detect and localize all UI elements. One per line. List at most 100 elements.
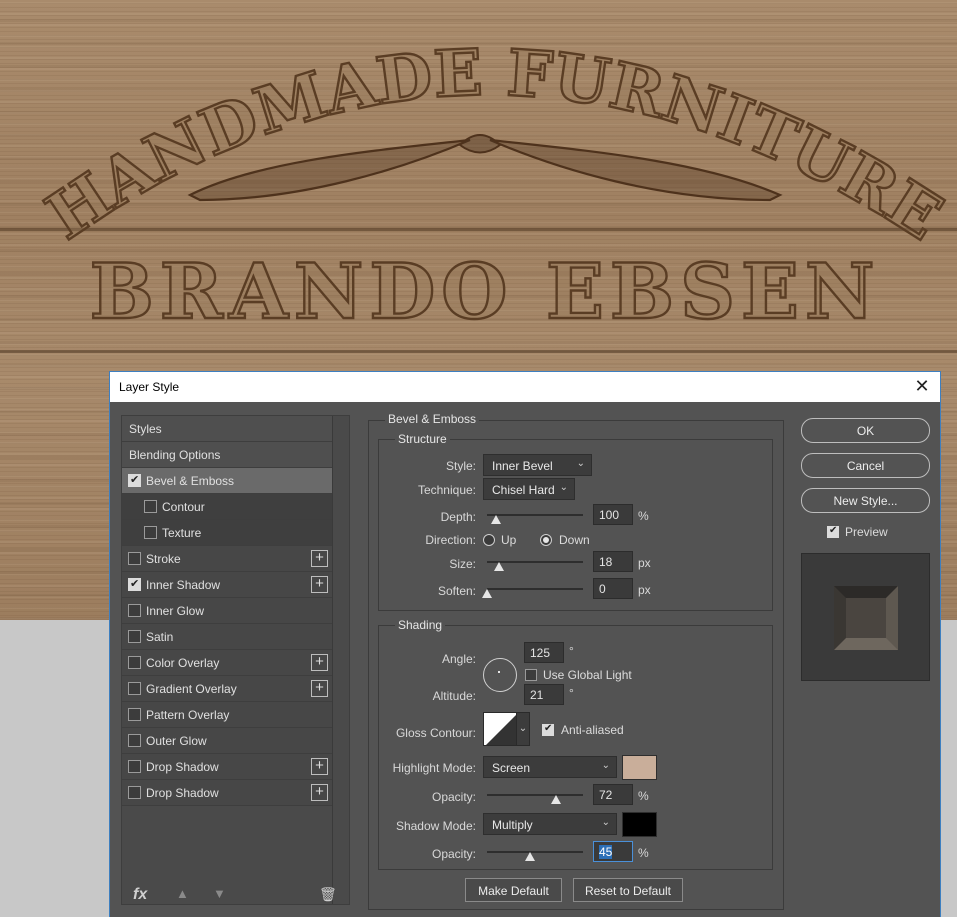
global-light-checkbox[interactable] <box>525 669 537 681</box>
slider-track <box>487 588 583 590</box>
depth-input[interactable]: 100 <box>593 504 633 525</box>
reset-to-default-button[interactable]: Reset to Default <box>573 878 683 902</box>
chevron-down-icon[interactable]: ⌄ <box>516 712 530 746</box>
add-instance-icon[interactable]: + <box>311 680 328 697</box>
style-checkbox[interactable] <box>128 734 141 747</box>
style-list-item[interactable]: Outer Glow <box>122 728 332 754</box>
slider-thumb[interactable] <box>551 795 561 804</box>
style-list-label: Texture <box>162 526 202 540</box>
highlight-opacity-slider[interactable] <box>487 791 583 804</box>
close-icon[interactable]: ✕ <box>912 376 932 396</box>
highlight-color-swatch[interactable] <box>622 755 657 780</box>
size-input[interactable]: 18 <box>593 551 633 572</box>
bevel-section-title: Bevel & Emboss <box>385 412 480 426</box>
style-list-item[interactable]: Inner Glow <box>122 598 332 624</box>
style-list-label: Blending Options <box>129 448 221 462</box>
direction-up-radio[interactable] <box>483 534 495 546</box>
dialog-title: Layer Style <box>119 380 180 394</box>
add-instance-icon[interactable]: + <box>311 654 328 671</box>
new-style-button[interactable]: New Style... <box>801 488 930 513</box>
style-checkbox[interactable] <box>128 760 141 773</box>
shadow-opacity-input[interactable]: 45 <box>593 841 633 862</box>
style-list-item[interactable]: Pattern Overlay <box>122 702 332 728</box>
slider-track <box>487 851 583 853</box>
add-instance-icon[interactable]: + <box>311 784 328 801</box>
style-list-item[interactable]: Texture <box>122 520 332 546</box>
soften-input[interactable]: 0 <box>593 578 633 599</box>
highlight-opacity-unit: % <box>638 789 649 803</box>
gloss-contour-preview[interactable] <box>483 712 517 746</box>
style-list-item[interactable]: Stroke + <box>122 546 332 572</box>
add-instance-icon[interactable]: + <box>311 758 328 775</box>
preview-checkbox[interactable] <box>827 525 839 538</box>
size-slider[interactable] <box>487 558 583 571</box>
style-checkbox[interactable] <box>128 630 141 643</box>
style-list-label: Drop Shadow <box>146 786 219 800</box>
angle-degree: ° <box>569 644 574 658</box>
direction-down-radio[interactable] <box>540 534 552 546</box>
shadow-color-swatch[interactable] <box>622 812 657 837</box>
style-list-item[interactable]: Contour <box>122 494 332 520</box>
anti-aliased-checkbox[interactable] <box>542 723 554 736</box>
shadow-opacity-label: Opacity: <box>431 847 476 861</box>
structure-title: Structure <box>395 432 450 446</box>
ornament-center <box>458 134 502 154</box>
make-default-button[interactable]: Make Default <box>465 878 562 902</box>
altitude-degree: ° <box>569 686 574 700</box>
slider-thumb[interactable] <box>494 562 504 571</box>
style-checkbox[interactable] <box>128 656 141 669</box>
depth-slider[interactable] <box>487 511 583 524</box>
style-checkbox[interactable] <box>144 500 157 513</box>
style-list-label: Bevel & Emboss <box>146 474 235 488</box>
style-checkbox[interactable] <box>128 552 141 565</box>
style-checkbox[interactable] <box>128 577 141 591</box>
style-list-item[interactable]: Inner Shadow + <box>122 572 332 598</box>
style-list-item[interactable]: Gradient Overlay + <box>122 676 332 702</box>
cancel-button[interactable]: Cancel <box>801 453 930 478</box>
style-checkbox[interactable] <box>128 473 141 487</box>
highlight-mode-dropdown[interactable]: Screen ⌄ <box>483 756 617 778</box>
global-light-label: Use Global Light <box>543 668 632 682</box>
fx-icon[interactable]: fx <box>133 886 147 904</box>
slider-thumb[interactable] <box>482 589 492 598</box>
altitude-input[interactable]: 21 <box>524 684 564 705</box>
style-list-item[interactable]: Blending Options <box>122 442 332 468</box>
style-checkbox[interactable] <box>128 604 141 617</box>
chevron-down-icon: ⌄ <box>601 817 610 828</box>
style-list-item[interactable]: Drop Shadow + <box>122 754 332 780</box>
add-instance-icon[interactable]: + <box>311 550 328 567</box>
move-up-icon[interactable]: ▲ <box>176 886 189 901</box>
ok-button[interactable]: OK <box>801 418 930 443</box>
highlight-mode-label: Highlight Mode: <box>392 761 476 775</box>
style-checkbox[interactable] <box>128 682 141 695</box>
technique-dropdown-value: Chisel Hard <box>492 483 555 497</box>
style-list-label: Inner Glow <box>146 604 205 618</box>
style-checkbox[interactable] <box>128 786 141 799</box>
highlight-opacity-input[interactable]: 72 <box>593 784 633 805</box>
direction-label: Direction: <box>425 533 476 547</box>
style-list-item[interactable]: Satin <box>122 624 332 650</box>
dialog-titlebar[interactable]: Layer Style ✕ <box>110 372 940 402</box>
style-list-item[interactable]: Drop Shadow + <box>122 780 332 806</box>
move-down-icon[interactable]: ▼ <box>213 886 226 901</box>
angle-dial[interactable] <box>483 658 517 692</box>
shading-title: Shading <box>395 618 446 632</box>
technique-dropdown[interactable]: Chisel Hard ⌄ <box>483 478 575 500</box>
style-list-label: Outer Glow <box>146 734 207 748</box>
style-list-item[interactable]: Color Overlay + <box>122 650 332 676</box>
slider-thumb[interactable] <box>491 515 501 524</box>
style-list-item[interactable]: Bevel & Emboss <box>122 468 332 494</box>
add-instance-icon[interactable]: + <box>311 576 328 593</box>
style-checkbox[interactable] <box>144 526 157 539</box>
list-scrollbar[interactable] <box>332 416 349 904</box>
angle-input[interactable]: 125 <box>524 642 564 663</box>
style-checkbox[interactable] <box>128 708 141 721</box>
soften-unit: px <box>638 583 651 597</box>
soften-slider[interactable] <box>482 585 583 598</box>
style-list-item[interactable]: Styles <box>122 416 332 442</box>
shadow-opacity-slider[interactable] <box>487 848 583 861</box>
trash-icon[interactable]: 🗑 <box>319 886 337 903</box>
shadow-mode-dropdown[interactable]: Multiply ⌄ <box>483 813 617 835</box>
style-dropdown[interactable]: Inner Bevel ⌄ <box>483 454 592 476</box>
slider-thumb[interactable] <box>525 852 535 861</box>
